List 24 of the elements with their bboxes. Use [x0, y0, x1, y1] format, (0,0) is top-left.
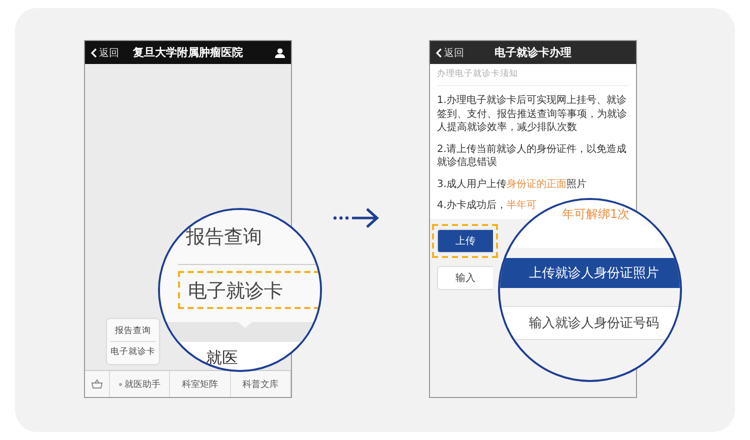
back-chevron-icon — [91, 48, 97, 58]
notice-title: 办理电子就诊卡须知 — [437, 68, 629, 86]
back-button[interactable]: 返回 — [436, 46, 464, 60]
input-button[interactable]: 输入就诊人身份证号码 — [500, 306, 680, 340]
notice-text: 年可解绑1次 — [562, 206, 631, 223]
notice-text: 2.请上传当前就诊人的身份证件，以免造成就诊信息错误 — [437, 142, 628, 170]
input-button[interactable]: 输入 — [437, 266, 493, 290]
popup-menu-item[interactable]: 报告查询 — [115, 321, 151, 341]
notice-text: 1.办理电子就诊卡后可实现网上挂号、就诊签到、支付、报告推送查询等事项，为就诊人提高就诊效率，减少排队次数 — [437, 94, 628, 134]
tab-label: 就医 — [205, 347, 239, 369]
popup-menu-item[interactable]: 电子就诊卡 — [110, 342, 156, 362]
upload-button[interactable]: 上传就诊人身份证照片 — [500, 258, 680, 288]
notice-text: 4.办卡成功后，半年可 — [437, 199, 538, 212]
back-button[interactable]: 返回 — [91, 46, 119, 60]
back-chevron-icon — [436, 48, 442, 58]
tab-bar-item[interactable]: 就医助手 — [110, 371, 170, 397]
page-title: 复旦大学附属肿瘤医院 — [133, 46, 243, 59]
menu-item[interactable]: 电子就诊卡 — [178, 271, 320, 309]
arrow-icon — [333, 208, 380, 228]
upload-button[interactable]: 上传 — [437, 228, 493, 252]
user-icon[interactable] — [275, 48, 285, 58]
page-title: 电子就诊卡办理 — [494, 46, 572, 59]
menu-item[interactable]: 报告查询 — [178, 218, 320, 258]
notice-text: 3.成人用户上传身份证的正面照片 — [437, 178, 588, 191]
